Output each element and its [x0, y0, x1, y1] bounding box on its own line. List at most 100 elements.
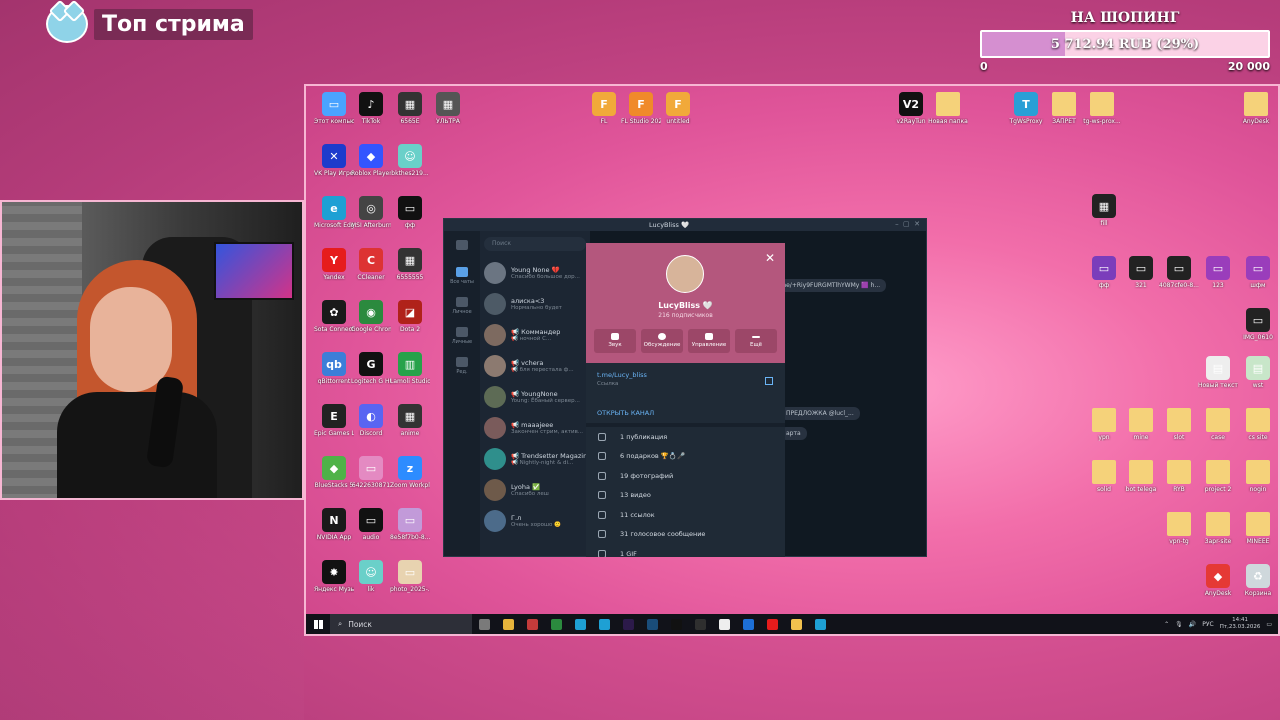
chat-list-item[interactable]: алиска<3 Нормально будет: [480, 288, 590, 319]
notification-icon[interactable]: ▭: [1266, 621, 1272, 628]
close-icon[interactable]: ✕: [765, 251, 775, 265]
desktop-icon[interactable]: G Logitech G HUB: [351, 352, 391, 385]
desktop-icon[interactable]: AnyDesk: [1236, 92, 1276, 125]
desktop-icon[interactable]: N NVIDIA App: [314, 508, 354, 541]
desktop-icon[interactable]: ▭ 321: [1121, 256, 1161, 289]
taskbar-app[interactable]: [520, 614, 544, 634]
desktop-icon[interactable]: RYB: [1159, 460, 1199, 493]
desktop-icon[interactable]: ▭ 123: [1198, 256, 1238, 289]
channel-link[interactable]: t.me/Lucy_bliss: [597, 371, 774, 379]
folder-edit[interactable]: Ред.: [444, 351, 480, 381]
manage-button[interactable]: Управление: [688, 329, 730, 353]
taskbar-app[interactable]: [592, 614, 616, 634]
taskbar-app[interactable]: [808, 614, 832, 634]
desktop-icon[interactable]: ✸ Яндекс Музыка: [314, 560, 354, 593]
language-indicator[interactable]: РУС: [1202, 621, 1213, 628]
desktop-icon[interactable]: ▭ IMG_0610: [1238, 308, 1278, 341]
start-button[interactable]: [306, 614, 330, 634]
chat-list-item[interactable]: 📢 vchera 📢 бля перестала ф...: [480, 350, 590, 381]
folder-all-chats[interactable]: Все чаты: [444, 261, 480, 291]
chat-list-item[interactable]: Lyoha ✅ Спасибо леш: [480, 474, 590, 505]
chevron-up-icon[interactable]: ⌃: [1164, 621, 1169, 628]
desktop-icon[interactable]: ☺ lik: [351, 560, 391, 593]
desktop-icon[interactable]: tg-ws-prox...: [1082, 92, 1122, 125]
desktop-icon[interactable]: MINEEE: [1238, 512, 1278, 545]
desktop-icon[interactable]: T TgWsProxy: [1006, 92, 1046, 125]
channel-stat-row[interactable]: 13 видео: [586, 486, 785, 506]
desktop-icon[interactable]: ◪ Dota 2: [390, 300, 430, 333]
desktop-icon[interactable]: vpn-tg: [1159, 512, 1199, 545]
desktop-icon[interactable]: cs site: [1238, 408, 1278, 441]
folder-private[interactable]: Личные: [444, 321, 480, 351]
desktop-icon[interactable]: slot: [1159, 408, 1199, 441]
desktop-icon[interactable]: E Epic Games Launcher: [314, 404, 354, 437]
desktop-icon[interactable]: ✕ VK Play Игров...: [314, 144, 354, 177]
desktop-icon[interactable]: ▭ шфм: [1238, 256, 1278, 289]
taskbar-app[interactable]: [640, 614, 664, 634]
chat-list-item[interactable]: 📢 maaajeee Закончен стрим, актив...: [480, 412, 590, 443]
sound-button[interactable]: Звук: [594, 329, 636, 353]
desktop-icon[interactable]: ◆ AnyDesk: [1198, 564, 1238, 597]
desktop-icon[interactable]: ▦ anime: [390, 404, 430, 437]
desktop-icon[interactable]: ▥ Lamoli Studio: [390, 352, 430, 385]
channel-stat-row[interactable]: 1 публикация: [586, 427, 785, 447]
desktop-icon[interactable]: ✿ Sota Connect: [314, 300, 354, 333]
chat-list-item[interactable]: 📢 YoungNone Young: Ёбаный сервер...: [480, 381, 590, 412]
taskbar-app[interactable]: [784, 614, 808, 634]
desktop-icon[interactable]: 3apr-site: [1198, 512, 1238, 545]
desktop-icon[interactable]: Y Yandex: [314, 248, 354, 281]
desktop-icon[interactable]: bot telega: [1121, 460, 1161, 493]
desktop-icon[interactable]: ▭ фф: [390, 196, 430, 229]
desktop-icon[interactable]: ypn: [1084, 408, 1124, 441]
channel-stat-row[interactable]: 19 фотографий: [586, 466, 785, 486]
desktop-icon[interactable]: case: [1198, 408, 1238, 441]
open-channel-button[interactable]: ОТКРЫТЬ КАНАЛ: [586, 409, 785, 427]
sidebar-menu-icon[interactable]: [444, 231, 480, 261]
desktop-icon[interactable]: ◐ Discord: [351, 404, 391, 437]
desktop-icon[interactable]: V2 v2RayTun: [891, 92, 931, 125]
desktop-icon[interactable]: ▭ 8e58f7b0-8...: [390, 508, 430, 541]
desktop-icon[interactable]: e Microsoft Edge: [314, 196, 354, 229]
desktop-icon[interactable]: C CCleaner: [351, 248, 391, 281]
desktop-icon[interactable]: ▭ photo_2025-...: [390, 560, 430, 593]
desktop-icon[interactable]: ▭ 4087cfe0-8...: [1159, 256, 1199, 289]
window-controls[interactable]: – ▢ ✕: [895, 220, 920, 228]
chat-list-item[interactable]: Young None 💔 Спасибо большое дор...: [480, 257, 590, 288]
desktop-icon[interactable]: ▦ 6555555: [390, 248, 430, 281]
desktop-icon[interactable]: ◆ BlueStacks 5: [314, 456, 354, 489]
desktop-icon[interactable]: project 2: [1198, 460, 1238, 493]
taskbar-search[interactable]: ⌕ Поиск: [330, 614, 472, 634]
taskbar-app[interactable]: [688, 614, 712, 634]
more-button[interactable]: Ещё: [735, 329, 777, 353]
channel-stat-row[interactable]: 11 ссылок: [586, 505, 785, 525]
desktop-icon[interactable]: ◆ Roblox Player: [351, 144, 391, 177]
desktop-icon[interactable]: Funtitled: [658, 92, 698, 125]
desktop-icon[interactable]: z Zoom Workplace: [390, 456, 430, 489]
desktop-icon[interactable]: ▭ Этот компьютер: [314, 92, 354, 125]
desktop-icon[interactable]: ☺ bkthes219...: [390, 144, 430, 177]
taskbar-app[interactable]: [568, 614, 592, 634]
desktop-icon[interactable]: solid: [1084, 460, 1124, 493]
chat-list-item[interactable]: Г.л Очень хорошо 🙂: [480, 505, 590, 536]
desktop-icon[interactable]: ▦ 6565E: [390, 92, 430, 125]
desktop-icon[interactable]: ▤ Новый текстов...: [1198, 356, 1238, 389]
taskbar-app[interactable]: [544, 614, 568, 634]
taskbar-app[interactable]: [496, 614, 520, 634]
channel-stat-row[interactable]: 1 GIF: [586, 544, 785, 557]
desktop-icon[interactable]: F FL: [584, 92, 624, 125]
desktop-icon[interactable]: ▭ 6422630871: [351, 456, 391, 489]
discussion-button[interactable]: Обсуждение: [641, 329, 683, 353]
desktop-icon[interactable]: ♻ Корзина: [1238, 564, 1278, 597]
channel-stat-row[interactable]: 31 голосовое сообщение: [586, 525, 785, 545]
desktop-icon[interactable]: ▦ УЛЬТРА: [428, 92, 468, 125]
desktop-icon[interactable]: F FL Studio 2025: [621, 92, 661, 125]
desktop-icon[interactable]: ▤ wst: [1238, 356, 1278, 389]
desktop-icon[interactable]: ▭ audio: [351, 508, 391, 541]
desktop-icon[interactable]: mine: [1121, 408, 1161, 441]
desktop-icon[interactable]: ▦ fill: [1084, 194, 1124, 227]
speaker-icon[interactable]: 🔊: [1189, 621, 1196, 628]
desktop-icon[interactable]: qb qBittorrent: [314, 352, 354, 385]
desktop-icon[interactable]: ◉ Google Chrome: [351, 300, 391, 333]
desktop-icon[interactable]: ◎ MSI Afterburner: [351, 196, 391, 229]
taskbar-app[interactable]: [760, 614, 784, 634]
